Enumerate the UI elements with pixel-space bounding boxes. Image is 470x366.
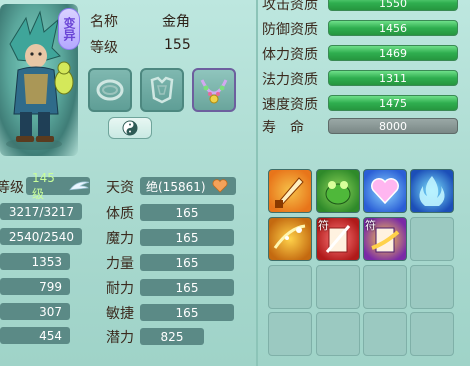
level-value: 155 — [164, 37, 191, 53]
attribute-label: 体质 — [106, 206, 134, 222]
stat-value-box: 454 — [0, 327, 70, 344]
stat-value-box: 799 — [0, 278, 70, 295]
aptitude-value: 1550 — [379, 0, 407, 10]
stat-value: 2540/2540 — [8, 229, 74, 244]
skill-slot-empty[interactable] — [268, 265, 312, 309]
stat-value: 307 — [39, 304, 62, 319]
skill-slot-filled[interactable] — [268, 217, 312, 261]
skill-slot-filled[interactable] — [410, 169, 454, 213]
name-label: 名称 — [90, 14, 118, 30]
attribute-value: 165 — [175, 280, 199, 295]
equip-slot-necklace[interactable] — [192, 68, 236, 112]
aptitude-label: 防御资质 — [262, 22, 318, 38]
skill-slot-filled[interactable] — [363, 169, 407, 213]
variant-badge: 变异 — [58, 8, 80, 50]
aptitude-label: 寿 命 — [262, 120, 304, 136]
attribute-label: 魔力 — [106, 231, 134, 247]
aptitude-label: 速度资质 — [262, 97, 318, 113]
aptitude-value: 1311 — [379, 71, 407, 85]
skill-slot-empty[interactable] — [410, 217, 454, 261]
pet-level-value: 145级 — [32, 170, 55, 201]
attribute-value-box: 165 — [140, 304, 234, 321]
stat-value: 1353 — [31, 254, 62, 269]
attribute-value: 825 — [160, 329, 184, 344]
skill-slot-filled[interactable]: 符 — [316, 217, 360, 261]
name-value: 金角 — [162, 14, 190, 30]
skill-slot-empty[interactable] — [316, 312, 360, 356]
attribute-value: 165 — [175, 305, 199, 320]
flame-skill-icon — [419, 176, 445, 206]
skill-slot-empty[interactable] — [363, 265, 407, 309]
stat-value: 3217/3217 — [8, 204, 74, 219]
aptitude-bar: 1311 — [328, 70, 458, 86]
attribute-value-box: 165 — [140, 279, 234, 296]
attribute-label: 潜力 — [106, 330, 134, 346]
sparks-skill-icon — [273, 224, 306, 249]
aptitude-value: 8000 — [379, 119, 407, 133]
attribute-value-box: 165 — [140, 254, 234, 271]
skill-slot-empty[interactable] — [410, 265, 454, 309]
panel-divider — [256, 0, 258, 366]
heart-skill-icon — [371, 178, 399, 205]
pet-level-label: 等级 — [0, 180, 24, 196]
rune-tag: 符 — [365, 219, 376, 232]
armor-icon — [150, 76, 174, 104]
necklace-icon — [200, 79, 228, 104]
talent-label: 天资 — [106, 180, 134, 196]
variant-badge-text: 变异 — [62, 17, 76, 41]
skill-slot-filled[interactable] — [268, 169, 312, 213]
level-label: 等级 — [90, 40, 118, 56]
pet-level-box: 145级 — [26, 171, 90, 201]
yinyang-button[interactable] — [108, 117, 152, 139]
aptitude-value: 1469 — [379, 46, 407, 60]
attribute-value-box: 165 — [140, 229, 234, 246]
aptitude-value: 1475 — [379, 96, 407, 110]
equip-slot-armor[interactable] — [140, 68, 184, 112]
aptitude-label: 法力资质 — [262, 72, 318, 88]
aptitude-bar: 1475 — [328, 95, 458, 111]
aptitude-bar: 8000 — [328, 118, 458, 134]
stat-value-box: 307 — [0, 303, 70, 320]
attribute-value-box: 165 — [140, 204, 234, 221]
attribute-label: 力量 — [106, 256, 134, 272]
attribute-value: 165 — [175, 230, 199, 245]
talent-value: 绝(15861) — [146, 179, 206, 194]
aptitude-bar: 1550 — [328, 0, 458, 11]
skill-slot-empty[interactable] — [363, 312, 407, 356]
aptitude-label: 体力资质 — [262, 47, 318, 63]
skill-slot-empty[interactable] — [316, 265, 360, 309]
frog-skill-icon — [325, 181, 351, 205]
attribute-value: 165 — [175, 255, 199, 270]
stat-value: 799 — [39, 279, 62, 294]
sword-skill-icon — [275, 177, 304, 208]
stat-value: 454 — [39, 328, 62, 343]
stat-value-box: 3217/3217 — [0, 203, 82, 220]
aptitude-label: 攻击资质 — [262, 0, 318, 13]
stat-value-box: 1353 — [0, 253, 70, 270]
rune-tag: 符 — [318, 219, 329, 232]
skill-slot-empty[interactable] — [410, 312, 454, 356]
attribute-value-box: 825 — [140, 328, 204, 345]
aptitude-bar: 1469 — [328, 45, 458, 61]
stat-value-box: 2540/2540 — [0, 228, 82, 245]
attribute-label: 耐力 — [106, 281, 134, 297]
wing-icon — [69, 181, 90, 191]
skill-slot-filled[interactable] — [316, 169, 360, 213]
collar-icon — [96, 79, 124, 101]
yinyang-icon — [122, 120, 138, 136]
skill-slot-empty[interactable] — [268, 312, 312, 356]
attribute-value: 165 — [175, 205, 199, 220]
talent-box: 绝(15861) — [140, 177, 236, 195]
skill-slot-filled[interactable]: 符 — [363, 217, 407, 261]
attribute-label: 敏捷 — [106, 306, 134, 322]
heart-icon — [212, 179, 227, 193]
aptitude-bar: 1456 — [328, 20, 458, 36]
equip-slot-collar[interactable] — [88, 68, 132, 112]
aptitude-value: 1456 — [379, 21, 407, 35]
